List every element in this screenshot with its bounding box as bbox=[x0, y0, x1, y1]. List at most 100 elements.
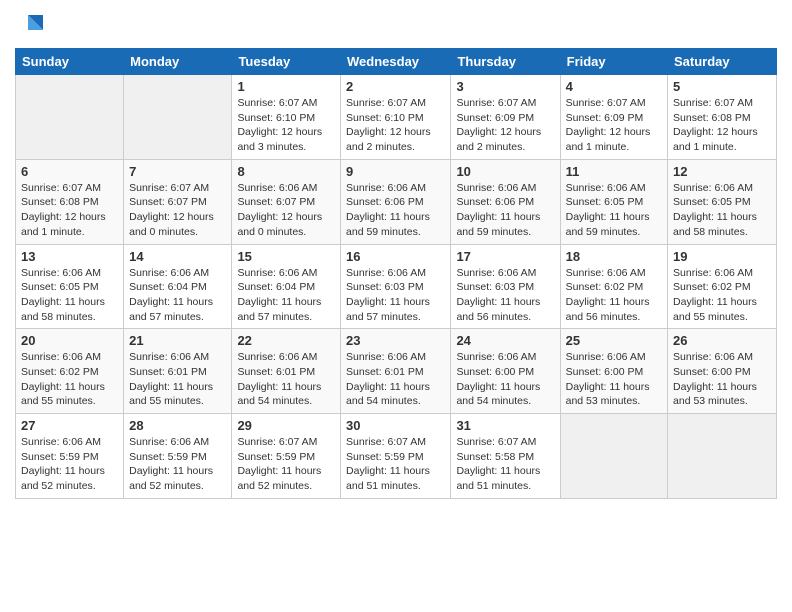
calendar-cell: 1 Sunrise: 6:07 AM Sunset: 6:10 PM Daylig… bbox=[232, 75, 341, 160]
day-number: 27 bbox=[21, 418, 118, 433]
calendar-cell: 10 Sunrise: 6:06 AM Sunset: 6:06 PM Dayli… bbox=[451, 159, 560, 244]
header-thursday: Thursday bbox=[451, 49, 560, 75]
calendar-cell: 21 Sunrise: 6:06 AM Sunset: 6:01 PM Dayli… bbox=[124, 329, 232, 414]
day-number: 2 bbox=[346, 79, 445, 94]
calendar-cell: 15 Sunrise: 6:06 AM Sunset: 6:04 PM Dayli… bbox=[232, 244, 341, 329]
calendar-cell: 24Sunrise: 6:06 AM Sunset: 6:00 PM Dayli… bbox=[451, 329, 560, 414]
day-number: 12 bbox=[673, 164, 771, 179]
calendar-cell: 18 Sunrise: 6:06 AM Sunset: 6:02 PM Dayli… bbox=[560, 244, 667, 329]
header-sunday: Sunday bbox=[16, 49, 124, 75]
calendar-cell: 25Sunrise: 6:06 AM Sunset: 6:00 PM Dayli… bbox=[560, 329, 667, 414]
calendar-cell: 9 Sunrise: 6:06 AM Sunset: 6:06 PM Daylig… bbox=[341, 159, 451, 244]
header-wednesday: Wednesday bbox=[341, 49, 451, 75]
day-info: Sunrise: 6:07 AM Sunset: 5:59 PM Dayligh… bbox=[237, 435, 335, 494]
day-info: Sunrise: 6:06 AM Sunset: 6:00 PM Dayligh… bbox=[566, 350, 662, 409]
calendar-cell: 2 Sunrise: 6:07 AM Sunset: 6:10 PM Daylig… bbox=[341, 75, 451, 160]
header-tuesday: Tuesday bbox=[232, 49, 341, 75]
header bbox=[15, 10, 777, 40]
calendar-cell: 27Sunrise: 6:06 AM Sunset: 5:59 PM Dayli… bbox=[16, 414, 124, 499]
day-info: Sunrise: 6:06 AM Sunset: 6:02 PM Dayligh… bbox=[673, 266, 771, 325]
day-number: 18 bbox=[566, 249, 662, 264]
day-info: Sunrise: 6:06 AM Sunset: 6:06 PM Dayligh… bbox=[346, 181, 445, 240]
day-number: 21 bbox=[129, 333, 226, 348]
day-info: Sunrise: 6:07 AM Sunset: 5:59 PM Dayligh… bbox=[346, 435, 445, 494]
calendar-cell: 4 Sunrise: 6:07 AM Sunset: 6:09 PM Daylig… bbox=[560, 75, 667, 160]
day-number: 1 bbox=[237, 79, 335, 94]
day-number: 14 bbox=[129, 249, 226, 264]
calendar-cell: 19 Sunrise: 6:06 AM Sunset: 6:02 PM Dayli… bbox=[668, 244, 777, 329]
day-number: 30 bbox=[346, 418, 445, 433]
day-info: Sunrise: 6:07 AM Sunset: 6:10 PM Dayligh… bbox=[346, 96, 445, 155]
calendar-cell: 17 Sunrise: 6:06 AM Sunset: 6:03 PM Dayli… bbox=[451, 244, 560, 329]
day-number: 16 bbox=[346, 249, 445, 264]
day-info: Sunrise: 6:06 AM Sunset: 6:04 PM Dayligh… bbox=[129, 266, 226, 325]
calendar-cell: 7 Sunrise: 6:07 AM Sunset: 6:07 PM Daylig… bbox=[124, 159, 232, 244]
day-number: 31 bbox=[456, 418, 554, 433]
calendar-cell: 8Sunrise: 6:06 AM Sunset: 6:07 PM Daylig… bbox=[232, 159, 341, 244]
day-number: 15 bbox=[237, 249, 335, 264]
day-info: Sunrise: 6:07 AM Sunset: 6:08 PM Dayligh… bbox=[673, 96, 771, 155]
calendar-cell: 13 Sunrise: 6:06 AM Sunset: 6:05 PM Dayli… bbox=[16, 244, 124, 329]
calendar-cell: 3 Sunrise: 6:07 AM Sunset: 6:09 PM Daylig… bbox=[451, 75, 560, 160]
day-number: 3 bbox=[456, 79, 554, 94]
calendar-cell: 29 Sunrise: 6:07 AM Sunset: 5:59 PM Dayli… bbox=[232, 414, 341, 499]
calendar-cell: 26Sunrise: 6:06 AM Sunset: 6:00 PM Dayli… bbox=[668, 329, 777, 414]
day-info: Sunrise: 6:07 AM Sunset: 6:08 PM Dayligh… bbox=[21, 181, 118, 240]
day-info: Sunrise: 6:07 AM Sunset: 6:09 PM Dayligh… bbox=[456, 96, 554, 155]
calendar-table: SundayMondayTuesdayWednesdayThursdayFrid… bbox=[15, 48, 777, 499]
calendar-cell: 22Sunrise: 6:06 AM Sunset: 6:01 PM Dayli… bbox=[232, 329, 341, 414]
day-info: Sunrise: 6:06 AM Sunset: 6:06 PM Dayligh… bbox=[456, 181, 554, 240]
header-monday: Monday bbox=[124, 49, 232, 75]
day-info: Sunrise: 6:06 AM Sunset: 6:01 PM Dayligh… bbox=[129, 350, 226, 409]
day-number: 4 bbox=[566, 79, 662, 94]
calendar-week-1: 1 Sunrise: 6:07 AM Sunset: 6:10 PM Daylig… bbox=[16, 75, 777, 160]
day-number: 9 bbox=[346, 164, 445, 179]
calendar-week-4: 20 Sunrise: 6:06 AM Sunset: 6:02 PM Dayli… bbox=[16, 329, 777, 414]
day-number: 19 bbox=[673, 249, 771, 264]
header-friday: Friday bbox=[560, 49, 667, 75]
day-number: 10 bbox=[456, 164, 554, 179]
day-number: 28 bbox=[129, 418, 226, 433]
calendar-week-3: 13 Sunrise: 6:06 AM Sunset: 6:05 PM Dayli… bbox=[16, 244, 777, 329]
calendar-cell bbox=[560, 414, 667, 499]
calendar-cell: 5Sunrise: 6:07 AM Sunset: 6:08 PM Daylig… bbox=[668, 75, 777, 160]
day-info: Sunrise: 6:07 AM Sunset: 6:10 PM Dayligh… bbox=[237, 96, 335, 155]
day-info: Sunrise: 6:06 AM Sunset: 6:02 PM Dayligh… bbox=[566, 266, 662, 325]
day-info: Sunrise: 6:06 AM Sunset: 6:01 PM Dayligh… bbox=[346, 350, 445, 409]
calendar-cell: 30 Sunrise: 6:07 AM Sunset: 5:59 PM Dayli… bbox=[341, 414, 451, 499]
day-number: 29 bbox=[237, 418, 335, 433]
day-number: 7 bbox=[129, 164, 226, 179]
calendar-week-2: 6 Sunrise: 6:07 AM Sunset: 6:08 PM Daylig… bbox=[16, 159, 777, 244]
day-info: Sunrise: 6:07 AM Sunset: 6:09 PM Dayligh… bbox=[566, 96, 662, 155]
logo-icon bbox=[18, 10, 48, 40]
day-number: 17 bbox=[456, 249, 554, 264]
day-info: Sunrise: 6:06 AM Sunset: 6:02 PM Dayligh… bbox=[21, 350, 118, 409]
day-number: 11 bbox=[566, 164, 662, 179]
day-number: 13 bbox=[21, 249, 118, 264]
day-info: Sunrise: 6:06 AM Sunset: 6:05 PM Dayligh… bbox=[21, 266, 118, 325]
day-info: Sunrise: 6:06 AM Sunset: 6:05 PM Dayligh… bbox=[673, 181, 771, 240]
day-info: Sunrise: 6:06 AM Sunset: 6:03 PM Dayligh… bbox=[456, 266, 554, 325]
calendar-cell bbox=[124, 75, 232, 160]
calendar-cell: 14 Sunrise: 6:06 AM Sunset: 6:04 PM Dayli… bbox=[124, 244, 232, 329]
calendar-cell: 20 Sunrise: 6:06 AM Sunset: 6:02 PM Dayli… bbox=[16, 329, 124, 414]
calendar-header-row: SundayMondayTuesdayWednesdayThursdayFrid… bbox=[16, 49, 777, 75]
day-number: 6 bbox=[21, 164, 118, 179]
calendar-cell bbox=[16, 75, 124, 160]
day-number: 24 bbox=[456, 333, 554, 348]
page-container: SundayMondayTuesdayWednesdayThursdayFrid… bbox=[0, 0, 792, 509]
calendar-week-5: 27Sunrise: 6:06 AM Sunset: 5:59 PM Dayli… bbox=[16, 414, 777, 499]
day-info: Sunrise: 6:06 AM Sunset: 6:07 PM Dayligh… bbox=[237, 181, 335, 240]
day-info: Sunrise: 6:06 AM Sunset: 6:05 PM Dayligh… bbox=[566, 181, 662, 240]
day-number: 20 bbox=[21, 333, 118, 348]
calendar-cell: 11 Sunrise: 6:06 AM Sunset: 6:05 PM Dayli… bbox=[560, 159, 667, 244]
calendar-cell: 23 Sunrise: 6:06 AM Sunset: 6:01 PM Dayli… bbox=[341, 329, 451, 414]
day-number: 23 bbox=[346, 333, 445, 348]
logo bbox=[15, 10, 48, 40]
day-info: Sunrise: 6:06 AM Sunset: 6:03 PM Dayligh… bbox=[346, 266, 445, 325]
day-info: Sunrise: 6:06 AM Sunset: 6:04 PM Dayligh… bbox=[237, 266, 335, 325]
day-info: Sunrise: 6:07 AM Sunset: 6:07 PM Dayligh… bbox=[129, 181, 226, 240]
calendar-cell: 12 Sunrise: 6:06 AM Sunset: 6:05 PM Dayli… bbox=[668, 159, 777, 244]
day-info: Sunrise: 6:07 AM Sunset: 5:58 PM Dayligh… bbox=[456, 435, 554, 494]
calendar-cell: 16 Sunrise: 6:06 AM Sunset: 6:03 PM Dayli… bbox=[341, 244, 451, 329]
